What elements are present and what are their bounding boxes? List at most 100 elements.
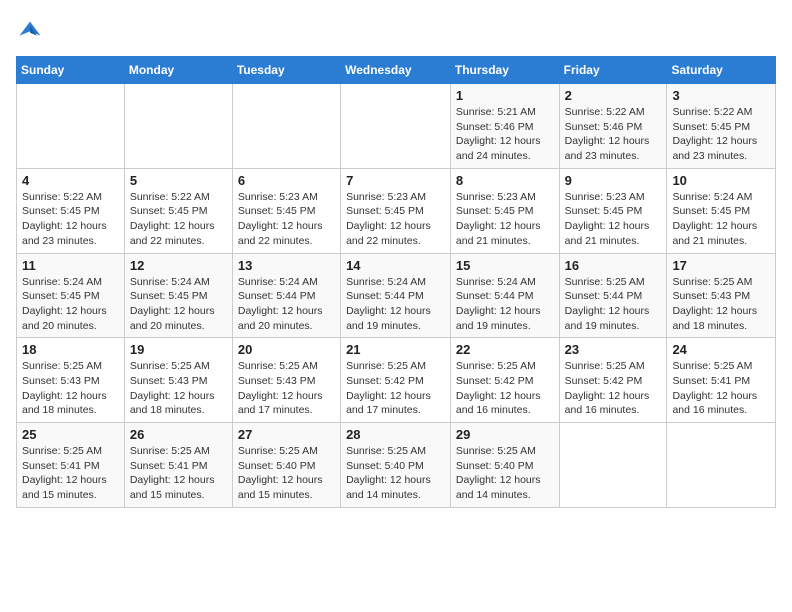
- calendar-cell: 19 Sunrise: 5:25 AM Sunset: 5:43 PM Dayli…: [124, 338, 232, 423]
- calendar-cell: 27 Sunrise: 5:25 AM Sunset: 5:40 PM Dayli…: [232, 423, 340, 508]
- calendar-cell: 16 Sunrise: 5:25 AM Sunset: 5:44 PM Dayli…: [559, 253, 667, 338]
- day-number: 23: [565, 342, 662, 357]
- day-info: Sunrise: 5:25 AM Sunset: 5:42 PM Dayligh…: [456, 359, 554, 418]
- calendar-cell: 2 Sunrise: 5:22 AM Sunset: 5:46 PM Daylig…: [559, 84, 667, 169]
- day-number: 14: [346, 258, 445, 273]
- calendar-cell: 14 Sunrise: 5:24 AM Sunset: 5:44 PM Dayli…: [341, 253, 451, 338]
- day-number: 1: [456, 88, 554, 103]
- day-info: Sunrise: 5:25 AM Sunset: 5:41 PM Dayligh…: [22, 444, 119, 503]
- weekday-header: Wednesday: [341, 57, 451, 84]
- day-number: 17: [672, 258, 770, 273]
- calendar-cell: 12Sunrise: 5:24 AM Sunset: 5:45 PM Dayli…: [124, 253, 232, 338]
- day-number: 22: [456, 342, 554, 357]
- calendar-cell: 4 Sunrise: 5:22 AM Sunset: 5:45 PM Daylig…: [17, 168, 125, 253]
- day-info: Sunrise: 5:25 AM Sunset: 5:42 PM Dayligh…: [565, 359, 662, 418]
- day-info: Sunrise: 5:24 AM Sunset: 5:45 PM Dayligh…: [672, 190, 770, 249]
- day-info: Sunrise: 5:25 AM Sunset: 5:40 PM Dayligh…: [346, 444, 445, 503]
- calendar-week-row: 11 Sunrise: 5:24 AM Sunset: 5:45 PM Dayli…: [17, 253, 776, 338]
- weekday-header: Saturday: [667, 57, 776, 84]
- logo: [16, 16, 48, 44]
- day-info: Sunrise: 5:24 AM Sunset: 5:45 PM Dayligh…: [130, 275, 227, 334]
- calendar-week-row: 1 Sunrise: 5:21 AM Sunset: 5:46 PM Daylig…: [17, 84, 776, 169]
- day-info: Sunrise: 5:24 AM Sunset: 5:44 PM Dayligh…: [346, 275, 445, 334]
- calendar-cell: 20 Sunrise: 5:25 AM Sunset: 5:43 PM Dayli…: [232, 338, 340, 423]
- logo-icon: [16, 16, 44, 44]
- day-number: 15: [456, 258, 554, 273]
- day-number: 6: [238, 173, 335, 188]
- day-number: 19: [130, 342, 227, 357]
- calendar-cell: 18 Sunrise: 5:25 AM Sunset: 5:43 PM Dayli…: [17, 338, 125, 423]
- day-info: Sunrise: 5:24 AM Sunset: 5:44 PM Dayligh…: [456, 275, 554, 334]
- day-number: 2: [565, 88, 662, 103]
- calendar-cell: 1 Sunrise: 5:21 AM Sunset: 5:46 PM Daylig…: [450, 84, 559, 169]
- day-number: 28: [346, 427, 445, 442]
- day-info: Sunrise: 5:23 AM Sunset: 5:45 PM Dayligh…: [565, 190, 662, 249]
- day-number: 27: [238, 427, 335, 442]
- day-info: Sunrise: 5:22 AM Sunset: 5:45 PM Dayligh…: [672, 105, 770, 164]
- calendar-cell: 28 Sunrise: 5:25 AM Sunset: 5:40 PM Dayli…: [341, 423, 451, 508]
- calendar-cell: [341, 84, 451, 169]
- day-number: 29: [456, 427, 554, 442]
- day-info: Sunrise: 5:24 AM Sunset: 5:45 PM Dayligh…: [22, 275, 119, 334]
- calendar-cell: 5 Sunrise: 5:22 AM Sunset: 5:45 PM Daylig…: [124, 168, 232, 253]
- day-number: 21: [346, 342, 445, 357]
- day-info: Sunrise: 5:25 AM Sunset: 5:43 PM Dayligh…: [22, 359, 119, 418]
- page-header: [16, 16, 776, 44]
- calendar-table: SundayMondayTuesdayWednesdayThursdayFrid…: [16, 56, 776, 508]
- calendar-cell: [124, 84, 232, 169]
- calendar-cell: [559, 423, 667, 508]
- day-number: 13: [238, 258, 335, 273]
- weekday-header: Sunday: [17, 57, 125, 84]
- day-number: 16: [565, 258, 662, 273]
- calendar-cell: 11 Sunrise: 5:24 AM Sunset: 5:45 PM Dayli…: [17, 253, 125, 338]
- day-number: 9: [565, 173, 662, 188]
- day-number: 3: [672, 88, 770, 103]
- day-info: Sunrise: 5:24 AM Sunset: 5:44 PM Dayligh…: [238, 275, 335, 334]
- calendar-cell: 13 Sunrise: 5:24 AM Sunset: 5:44 PM Dayli…: [232, 253, 340, 338]
- day-info: Sunrise: 5:25 AM Sunset: 5:43 PM Dayligh…: [238, 359, 335, 418]
- day-number: 5: [130, 173, 227, 188]
- weekday-header: Monday: [124, 57, 232, 84]
- day-info: Sunrise: 5:25 AM Sunset: 5:44 PM Dayligh…: [565, 275, 662, 334]
- calendar-cell: 10 Sunrise: 5:24 AM Sunset: 5:45 PM Dayli…: [667, 168, 776, 253]
- day-number: 25: [22, 427, 119, 442]
- day-number: 18: [22, 342, 119, 357]
- day-info: Sunrise: 5:23 AM Sunset: 5:45 PM Dayligh…: [346, 190, 445, 249]
- day-info: Sunrise: 5:23 AM Sunset: 5:45 PM Dayligh…: [238, 190, 335, 249]
- day-info: Sunrise: 5:22 AM Sunset: 5:45 PM Dayligh…: [130, 190, 227, 249]
- day-number: 8: [456, 173, 554, 188]
- calendar-cell: 23 Sunrise: 5:25 AM Sunset: 5:42 PM Dayli…: [559, 338, 667, 423]
- calendar-cell: 26Sunrise: 5:25 AM Sunset: 5:41 PM Dayli…: [124, 423, 232, 508]
- day-info: Sunrise: 5:22 AM Sunset: 5:45 PM Dayligh…: [22, 190, 119, 249]
- calendar-week-row: 25 Sunrise: 5:25 AM Sunset: 5:41 PM Dayli…: [17, 423, 776, 508]
- day-number: 11: [22, 258, 119, 273]
- day-info: Sunrise: 5:23 AM Sunset: 5:45 PM Dayligh…: [456, 190, 554, 249]
- day-info: Sunrise: 5:25 AM Sunset: 5:40 PM Dayligh…: [238, 444, 335, 503]
- calendar-cell: 15 Sunrise: 5:24 AM Sunset: 5:44 PM Dayli…: [450, 253, 559, 338]
- calendar-cell: 25 Sunrise: 5:25 AM Sunset: 5:41 PM Dayli…: [17, 423, 125, 508]
- calendar-cell: 8 Sunrise: 5:23 AM Sunset: 5:45 PM Daylig…: [450, 168, 559, 253]
- calendar-cell: 9 Sunrise: 5:23 AM Sunset: 5:45 PM Daylig…: [559, 168, 667, 253]
- calendar-cell: [232, 84, 340, 169]
- weekday-header: Tuesday: [232, 57, 340, 84]
- calendar-week-row: 4 Sunrise: 5:22 AM Sunset: 5:45 PM Daylig…: [17, 168, 776, 253]
- calendar-cell: 24 Sunrise: 5:25 AM Sunset: 5:41 PM Dayli…: [667, 338, 776, 423]
- calendar-cell: 3 Sunrise: 5:22 AM Sunset: 5:45 PM Daylig…: [667, 84, 776, 169]
- day-number: 24: [672, 342, 770, 357]
- day-info: Sunrise: 5:21 AM Sunset: 5:46 PM Dayligh…: [456, 105, 554, 164]
- day-info: Sunrise: 5:25 AM Sunset: 5:43 PM Dayligh…: [672, 275, 770, 334]
- day-number: 26: [130, 427, 227, 442]
- calendar-week-row: 18 Sunrise: 5:25 AM Sunset: 5:43 PM Dayli…: [17, 338, 776, 423]
- day-info: Sunrise: 5:25 AM Sunset: 5:43 PM Dayligh…: [130, 359, 227, 418]
- day-info: Sunrise: 5:22 AM Sunset: 5:46 PM Dayligh…: [565, 105, 662, 164]
- calendar-cell: 29Sunrise: 5:25 AM Sunset: 5:40 PM Dayli…: [450, 423, 559, 508]
- day-number: 7: [346, 173, 445, 188]
- day-number: 4: [22, 173, 119, 188]
- calendar-cell: [667, 423, 776, 508]
- weekday-header: Friday: [559, 57, 667, 84]
- weekday-header: Thursday: [450, 57, 559, 84]
- day-number: 20: [238, 342, 335, 357]
- day-info: Sunrise: 5:25 AM Sunset: 5:41 PM Dayligh…: [672, 359, 770, 418]
- day-number: 10: [672, 173, 770, 188]
- calendar-cell: 22 Sunrise: 5:25 AM Sunset: 5:42 PM Dayli…: [450, 338, 559, 423]
